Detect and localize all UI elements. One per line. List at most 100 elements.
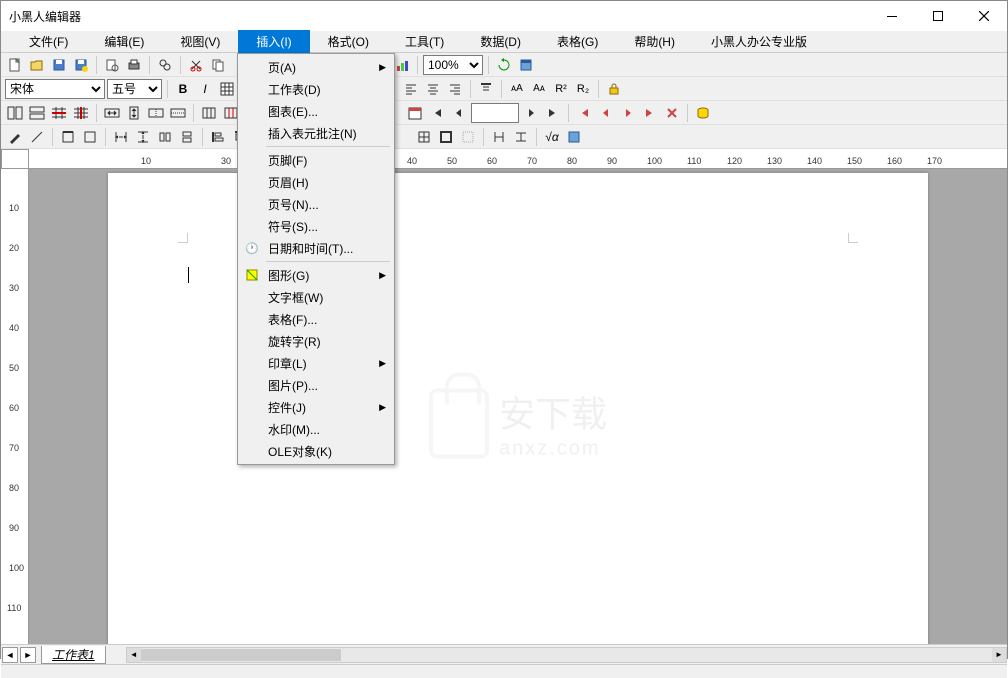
chart2-icon[interactable] xyxy=(564,127,584,147)
open-icon[interactable] xyxy=(27,55,47,75)
dd-textbox[interactable]: 文字框(W) xyxy=(240,286,392,308)
first-icon[interactable] xyxy=(427,103,447,123)
bold-button[interactable]: B xyxy=(173,79,193,99)
layout-tool-4[interactable] xyxy=(71,103,91,123)
next-icon[interactable] xyxy=(521,103,541,123)
rec-last-icon[interactable] xyxy=(640,103,660,123)
dd-datetime[interactable]: 🕐日期和时间(T)... xyxy=(240,237,392,259)
italic-button[interactable]: I xyxy=(195,79,215,99)
find-icon[interactable] xyxy=(155,55,175,75)
line-icon[interactable] xyxy=(27,127,47,147)
menu-view[interactable]: 视图(V) xyxy=(162,30,238,53)
dd-rotate[interactable]: 旋转字(R) xyxy=(240,330,392,352)
align-center-icon[interactable] xyxy=(423,79,443,99)
menu-tool[interactable]: 工具(T) xyxy=(387,30,462,53)
dd-header[interactable]: 页眉(H) xyxy=(240,171,392,193)
zoom-select[interactable]: 100% xyxy=(423,55,483,75)
saveas-icon[interactable] xyxy=(71,55,91,75)
chart-icon[interactable] xyxy=(392,55,412,75)
new-icon[interactable] xyxy=(5,55,25,75)
cal-icon[interactable] xyxy=(405,103,425,123)
rec-next-icon[interactable] xyxy=(618,103,638,123)
spacing-h-icon[interactable] xyxy=(489,127,509,147)
border-out-icon[interactable] xyxy=(436,127,456,147)
db-icon[interactable] xyxy=(693,103,713,123)
menu-insert[interactable]: 插入(I) xyxy=(238,30,309,53)
dd-sheet[interactable]: 工作表(D) xyxy=(240,78,392,100)
split-h-icon[interactable] xyxy=(146,103,166,123)
horizontal-scrollbar[interactable]: ◄ ► xyxy=(126,647,1007,663)
rec-prev-icon[interactable] xyxy=(596,103,616,123)
menu-file[interactable]: 文件(F) xyxy=(11,30,86,53)
maximize-button[interactable] xyxy=(915,1,961,31)
dd-symbol[interactable]: 符号(S)... xyxy=(240,215,392,237)
border-all-icon[interactable] xyxy=(414,127,434,147)
close-button[interactable] xyxy=(961,1,1007,31)
tab-nav-prev[interactable]: ◄ xyxy=(2,647,18,663)
window-icon[interactable] xyxy=(516,55,536,75)
pen-icon[interactable] xyxy=(5,127,25,147)
layout-tool-3[interactable] xyxy=(49,103,69,123)
dist-h-icon[interactable] xyxy=(111,127,131,147)
tab-nav-next[interactable]: ► xyxy=(20,647,36,663)
superscript-icon[interactable]: R² xyxy=(551,79,571,99)
grid-tool-1[interactable] xyxy=(199,103,219,123)
menu-table[interactable]: 表格(G) xyxy=(539,30,616,53)
lock-icon[interactable] xyxy=(604,79,624,99)
valign-top-icon[interactable] xyxy=(476,79,496,99)
dd-cellnote[interactable]: 插入表元批注(N) xyxy=(240,122,392,144)
rec-first-icon[interactable] xyxy=(574,103,594,123)
menu-data[interactable]: 数据(D) xyxy=(462,30,539,53)
last-icon[interactable] xyxy=(543,103,563,123)
dd-control[interactable]: 控件(J)▶ xyxy=(240,396,392,418)
table-icon[interactable] xyxy=(217,79,237,99)
merge-v-icon[interactable] xyxy=(124,103,144,123)
align-right-icon[interactable] xyxy=(445,79,465,99)
fontsize-select[interactable]: 五号 xyxy=(107,79,162,99)
spacing-v-icon[interactable] xyxy=(511,127,531,147)
border-tool-2[interactable] xyxy=(80,127,100,147)
dd-ole[interactable]: OLE对象(K) xyxy=(240,440,392,462)
dd-page[interactable]: 页(A)▶ xyxy=(240,56,392,78)
merge-h-icon[interactable] xyxy=(102,103,122,123)
font-select[interactable]: 宋体 xyxy=(5,79,105,99)
menu-help[interactable]: 帮助(H) xyxy=(616,30,693,53)
formula-icon[interactable]: √α xyxy=(542,127,562,147)
dd-footer[interactable]: 页脚(F) xyxy=(240,149,392,171)
align-tool-2[interactable] xyxy=(177,127,197,147)
sheet-tab-1[interactable]: 工作表1 xyxy=(41,646,106,664)
dd-picture[interactable]: 图片(P)... xyxy=(240,374,392,396)
prev-icon[interactable] xyxy=(449,103,469,123)
dist-v-icon[interactable] xyxy=(133,127,153,147)
layout-tool-2[interactable] xyxy=(27,103,47,123)
smallcaps-icon[interactable]: ᴀA xyxy=(507,79,527,99)
cancel-icon[interactable] xyxy=(662,103,682,123)
save-icon[interactable] xyxy=(49,55,69,75)
page-input[interactable] xyxy=(471,103,519,123)
minimize-button[interactable] xyxy=(869,1,915,31)
align-tool-3[interactable] xyxy=(208,127,228,147)
refresh-icon[interactable] xyxy=(494,55,514,75)
preview-icon[interactable] xyxy=(102,55,122,75)
canvas-area[interactable]: 安下载 anxz.com xyxy=(29,169,1007,644)
align-left-icon[interactable] xyxy=(401,79,421,99)
cut-icon[interactable] xyxy=(186,55,206,75)
layout-tool-1[interactable] xyxy=(5,103,25,123)
dd-table[interactable]: 表格(F)... xyxy=(240,308,392,330)
border-none-icon[interactable] xyxy=(458,127,478,147)
dd-shape[interactable]: 图形(G)▶ xyxy=(240,264,392,286)
split-v-icon[interactable] xyxy=(168,103,188,123)
page[interactable]: 安下载 anxz.com xyxy=(108,173,928,644)
dd-stamp[interactable]: 印章(L)▶ xyxy=(240,352,392,374)
subscript-icon[interactable]: R₂ xyxy=(573,79,593,99)
largecaps-icon[interactable]: Aᴀ xyxy=(529,79,549,99)
menu-format[interactable]: 格式(O) xyxy=(310,30,387,53)
dd-watermark[interactable]: 水印(M)... xyxy=(240,418,392,440)
menu-pro[interactable]: 小黑人办公专业版 xyxy=(693,30,825,53)
dd-chart[interactable]: 图表(E)... xyxy=(240,100,392,122)
menu-edit[interactable]: 编辑(E) xyxy=(86,30,162,53)
dd-pagenum[interactable]: 页号(N)... xyxy=(240,193,392,215)
align-tool-1[interactable] xyxy=(155,127,175,147)
print-icon[interactable] xyxy=(124,55,144,75)
border-tool-1[interactable] xyxy=(58,127,78,147)
